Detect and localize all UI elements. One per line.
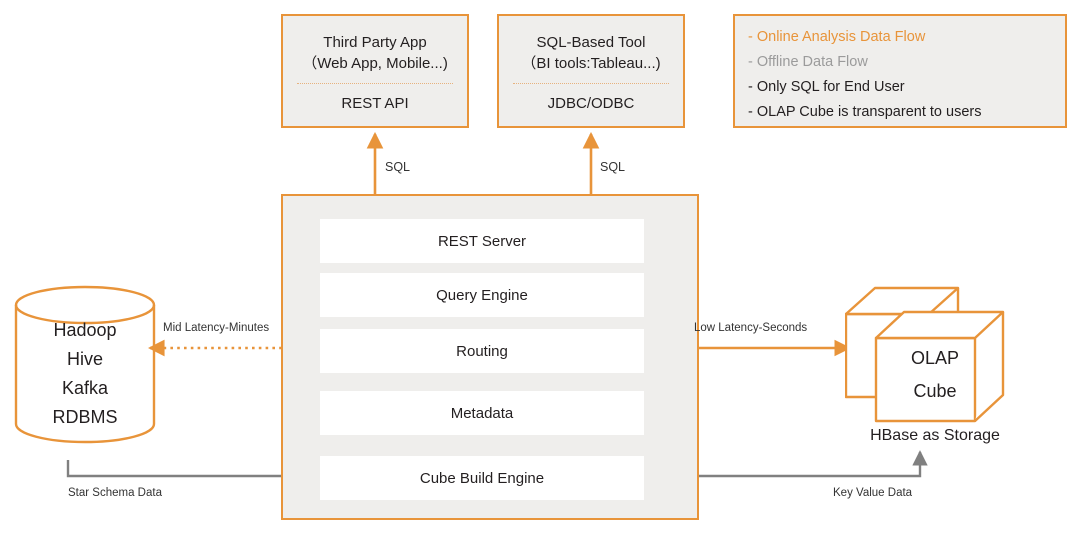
component-cube-build-engine[interactable]: Cube Build Engine — [320, 456, 644, 500]
source-line-kafka: Kafka — [61, 378, 109, 398]
legend-item-only-sql-for-end-user: - Only SQL for End User — [748, 79, 905, 95]
client-box-sql-based-tool[interactable]: SQL-Based Tool （BI tools:Tableau...) JDB… — [497, 14, 685, 128]
diagram-canvas: Third Party App （Web App, Mobile...) RES… — [0, 0, 1080, 533]
key-value-data-label: Key Value Data — [833, 487, 913, 499]
component-query-engine[interactable]: Query Engine — [320, 273, 644, 317]
star-schema-data-label: Star Schema Data — [68, 487, 162, 499]
olap-cube-label: OLAP Cube — [880, 342, 990, 408]
kylin-core-container: REST Server Query Engine Routing Metadat… — [281, 194, 699, 520]
hbase-storage-label: HBase as Storage — [870, 427, 1000, 444]
legend-item-offline-data-flow: - Offline Data Flow — [748, 54, 868, 70]
client-interface-label: REST API — [341, 95, 409, 112]
client-box-third-party-app[interactable]: Third Party App （Web App, Mobile...) RES… — [281, 14, 469, 128]
source-line-hive: Hive — [66, 349, 103, 369]
client-title: Third Party App （Web App, Mobile...) — [283, 16, 467, 74]
component-metadata[interactable]: Metadata — [320, 391, 644, 435]
legend-box: - Online Analysis Data Flow - Offline Da… — [733, 14, 1067, 128]
client-title: SQL-Based Tool （BI tools:Tableau...) — [499, 16, 683, 74]
client-interface-label: JDBC/ODBC — [547, 95, 635, 112]
client-title-line1: SQL-Based Tool — [536, 34, 646, 51]
mid-latency-label: Mid Latency-Minutes — [163, 322, 270, 334]
source-datastore-labels: Hadoop Hive Kafka RDBMS — [14, 316, 156, 432]
olap-cube-label-line2: Cube — [913, 381, 957, 401]
client-title-line2: （Web App, Mobile...) — [302, 55, 448, 72]
client-title-line1: Third Party App — [323, 34, 427, 51]
olap-cube-label-line1: OLAP — [910, 348, 960, 368]
component-routing[interactable]: Routing — [320, 329, 644, 373]
legend-item-olap-cube-transparent: - OLAP Cube is transparent to users — [748, 104, 982, 120]
source-line-hadoop: Hadoop — [53, 320, 117, 340]
sql-label-right: SQL — [600, 160, 626, 174]
low-latency-label: Low Latency-Seconds — [694, 322, 808, 334]
component-rest-server[interactable]: REST Server — [320, 219, 644, 263]
sql-label-left: SQL — [385, 160, 411, 174]
client-title-line2: （BI tools:Tableau...) — [521, 55, 661, 72]
source-line-rdbms: RDBMS — [52, 407, 118, 427]
star-schema-flow-arrow — [66, 460, 318, 484]
legend-item-online-analysis-data-flow: - Online Analysis Data Flow — [748, 29, 926, 45]
